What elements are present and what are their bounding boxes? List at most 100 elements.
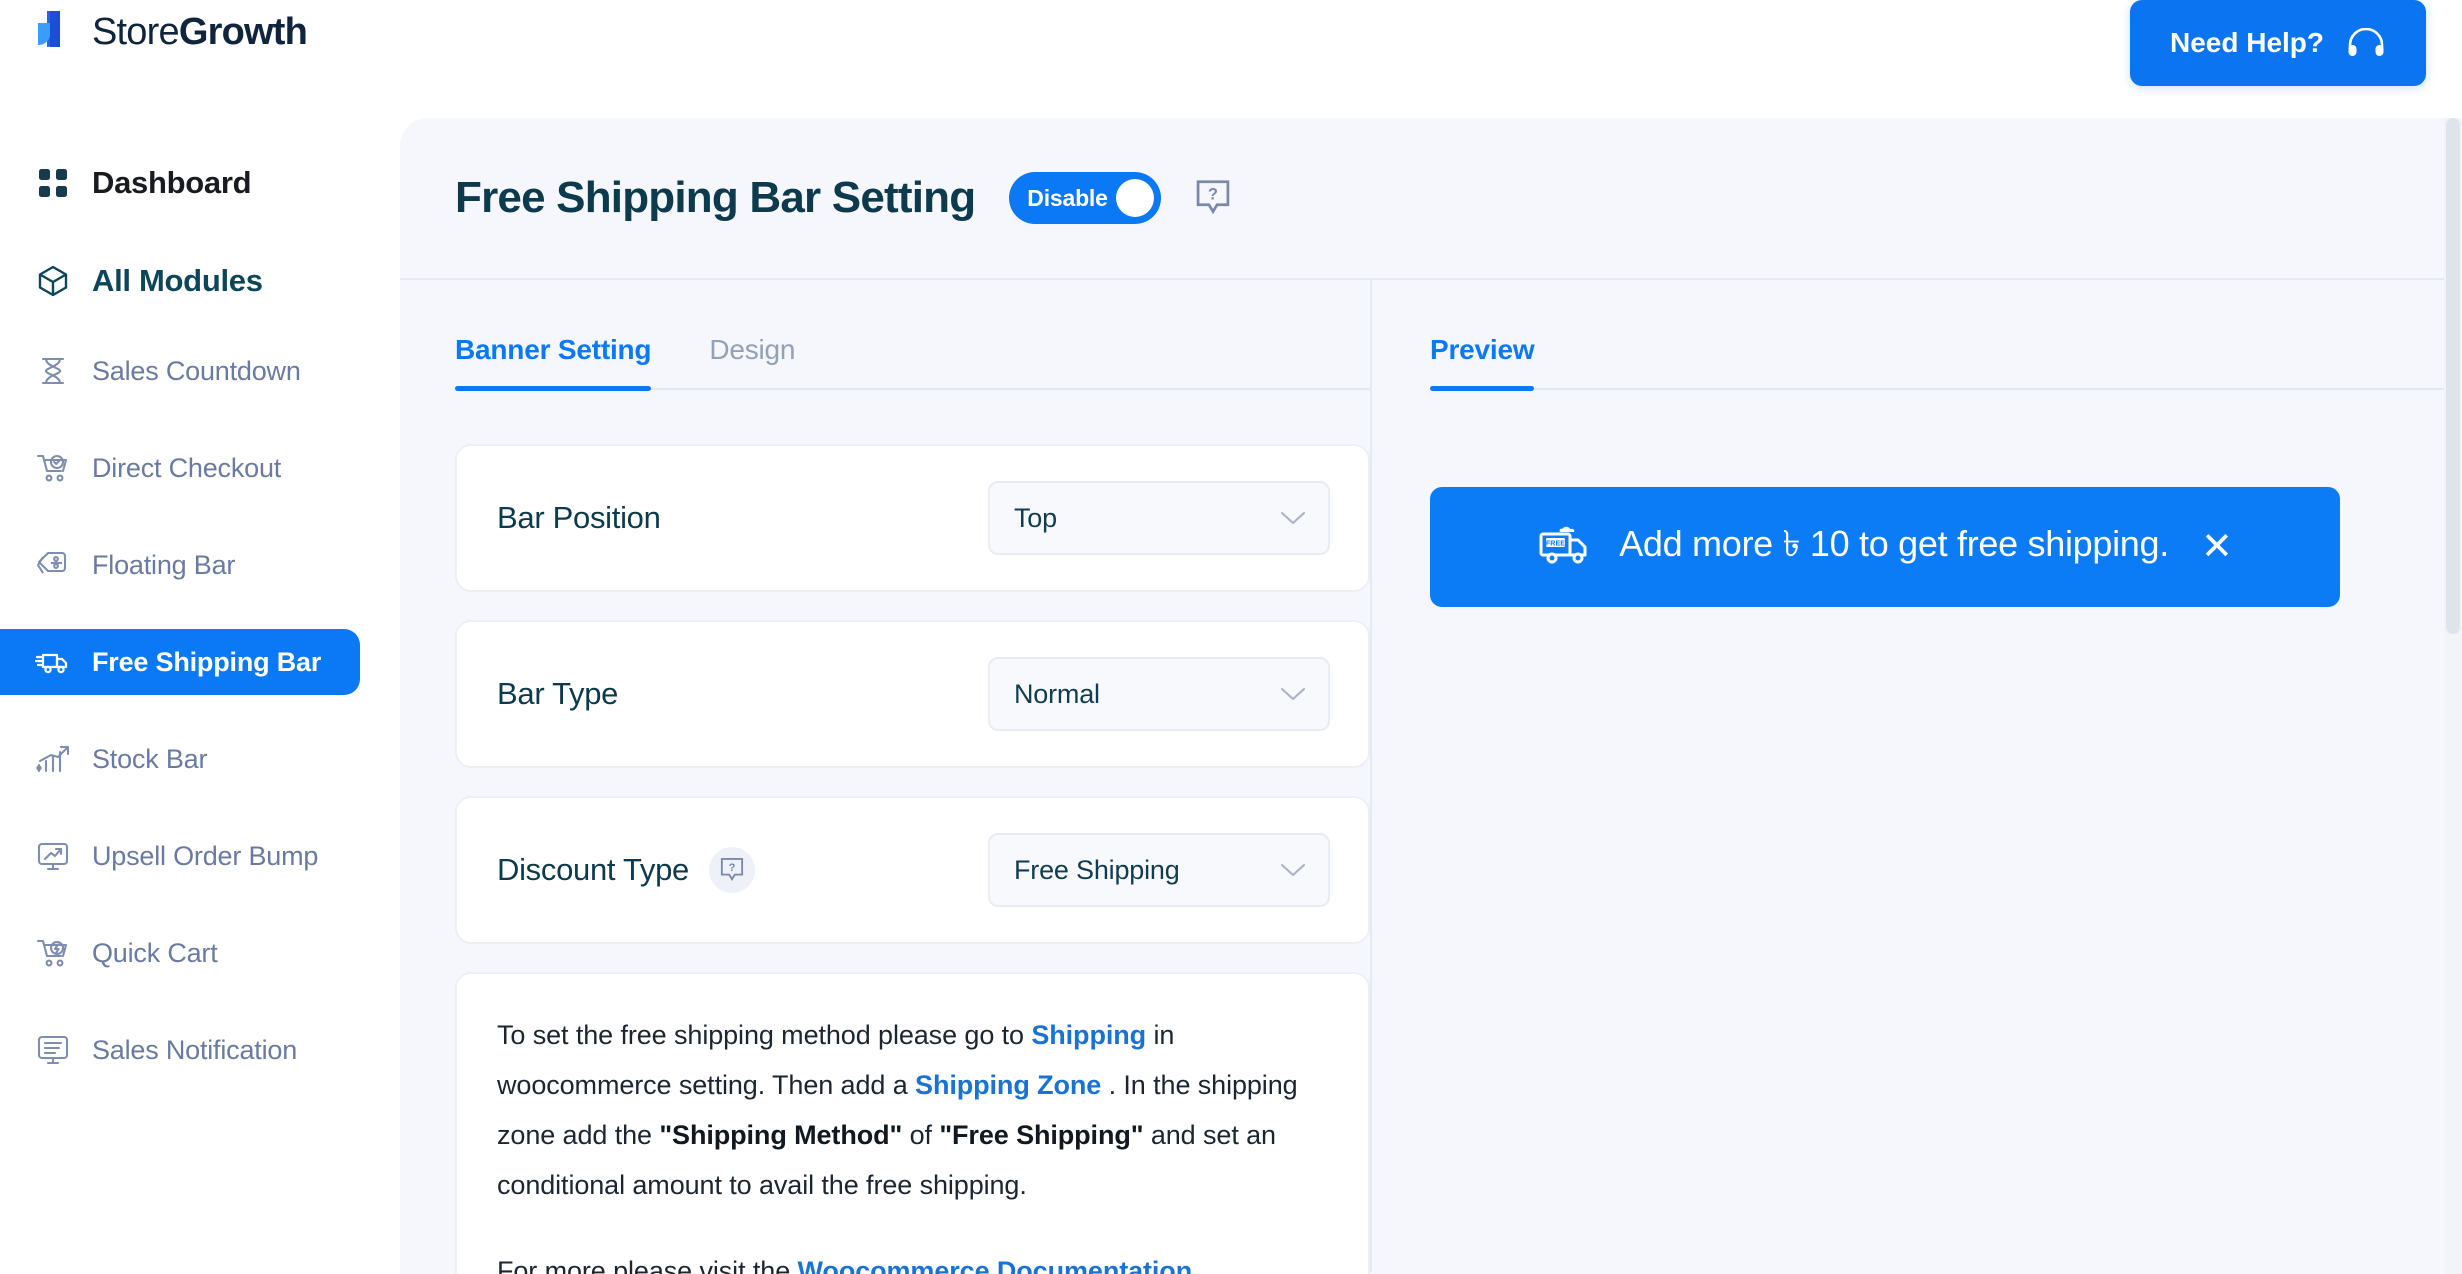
sidebar-item-label: Sales Countdown: [92, 355, 301, 386]
settings-pane: Banner Setting Design Bar Position Top B…: [400, 280, 1372, 1274]
select-value: Normal: [1014, 678, 1100, 709]
content-split: Banner Setting Design Bar Position Top B…: [400, 280, 2462, 1274]
brand-name: StoreGrowth: [92, 10, 308, 54]
setting-row-discount-type: Discount Type ? Free Shipping: [455, 796, 1370, 944]
info-text: .: [1192, 1256, 1200, 1274]
truck-icon: [34, 643, 72, 681]
setting-row-bar-position: Bar Position Top: [455, 444, 1370, 592]
discount-type-select[interactable]: Free Shipping: [988, 833, 1330, 907]
select-value: Free Shipping: [1014, 854, 1180, 885]
grid-squares-icon: [34, 164, 72, 202]
svg-text:?: ?: [729, 862, 736, 874]
brand-name-part1: Store: [92, 10, 180, 53]
enable-disable-toggle[interactable]: Disable: [1009, 172, 1162, 224]
info-bold-shipping-method: "Shipping Method": [659, 1120, 903, 1150]
sidebar-item-quick-cart[interactable]: Quick Cart: [0, 920, 400, 986]
sidebar-item-upsell-order-bump[interactable]: Upsell Order Bump: [0, 823, 400, 889]
page-title: Free Shipping Bar Setting: [455, 173, 976, 222]
need-help-button[interactable]: Need Help?: [2129, 0, 2426, 86]
info-text: For more please visit the: [497, 1256, 798, 1274]
headphones-icon: [2346, 28, 2386, 58]
page-scrollbar-thumb[interactable]: [2446, 118, 2460, 634]
tab-design[interactable]: Design: [709, 334, 795, 388]
sidebar-item-label: All Modules: [92, 263, 263, 298]
toggle-knob: [1116, 179, 1155, 217]
bar-position-select[interactable]: Top: [988, 481, 1330, 555]
sidebar-item-all-modules[interactable]: All Modules: [34, 250, 400, 312]
free-shipping-info-card: To set the free shipping method please g…: [455, 972, 1370, 1274]
info-paragraph-1: To set the free shipping method please g…: [497, 1010, 1328, 1210]
tab-banner-setting[interactable]: Banner Setting: [455, 334, 652, 391]
question-bubble-icon[interactable]: ?: [1195, 179, 1231, 217]
page-scrollbar-track[interactable]: [2444, 118, 2462, 1274]
close-x-icon[interactable]: ✕: [2201, 528, 2233, 566]
cube-icon: [34, 262, 72, 300]
sidebar-item-label: Dashboard: [92, 165, 252, 200]
label-wrap: Discount Type ?: [497, 847, 755, 893]
info-text: of: [902, 1120, 940, 1150]
cart-check-icon: [34, 449, 72, 487]
tags-icon: [34, 546, 72, 584]
settings-tabs: Banner Setting Design: [455, 280, 1370, 391]
need-help-label: Need Help?: [2169, 27, 2324, 58]
question-bubble-icon[interactable]: ?: [708, 847, 755, 893]
sidebar-module-list: Sales Countdown Direct Checkout Floating…: [0, 338, 400, 1083]
sidebar-item-label: Free Shipping Bar: [92, 646, 322, 677]
info-paragraph-2: For more please visit the Woocommerce Do…: [497, 1246, 1328, 1274]
shipping-link[interactable]: Shipping: [1031, 1020, 1146, 1050]
hourglass-icon: [34, 352, 72, 390]
chevron-down-icon: [1280, 510, 1306, 526]
notification-board-icon: [34, 1031, 72, 1069]
sidebar-item-dashboard[interactable]: Dashboard: [34, 152, 400, 214]
sidebar-item-label: Upsell Order Bump: [92, 840, 319, 871]
info-text: To set the free shipping method please g…: [497, 1020, 1032, 1050]
shipping-zone-link[interactable]: Shipping Zone: [915, 1070, 1101, 1100]
label-wrap: Bar Type: [497, 676, 618, 712]
select-value: Top: [1014, 502, 1057, 533]
info-bold-free-shipping: "Free Shipping": [939, 1120, 1144, 1150]
sidebar-primary-group: Dashboard All Modules: [0, 152, 400, 312]
label-wrap: Bar Position: [497, 500, 661, 536]
setting-label: Bar Type: [497, 676, 619, 711]
app-root: StoreGrowth Need Help? Dashboard All Mod…: [0, 0, 2462, 1274]
storegrowth-logo-icon: [34, 9, 76, 55]
sidebar-item-stock-bar[interactable]: Stock Bar: [0, 726, 400, 792]
sidebar-item-sales-countdown[interactable]: Sales Countdown: [0, 338, 400, 404]
free-shipping-banner-preview: FREE Add more ৳ 10 to get free shipping.…: [1430, 487, 2340, 607]
sidebar-item-label: Stock Bar: [92, 743, 208, 774]
settings-cards: Bar Position Top Bar Type Normal Discoun…: [455, 444, 1370, 1274]
chevron-down-icon: [1280, 862, 1306, 878]
cart-bolt-icon: [34, 934, 72, 972]
free-shipping-truck-icon: FREE: [1537, 523, 1593, 572]
chevron-down-icon: [1280, 686, 1306, 702]
setting-label: Discount Type: [497, 852, 689, 887]
brand: StoreGrowth: [34, 4, 308, 60]
sidebar-item-label: Floating Bar: [92, 549, 236, 580]
page-header: Free Shipping Bar Setting Disable ?: [400, 118, 2462, 280]
sidebar-item-free-shipping-bar[interactable]: Free Shipping Bar: [0, 629, 360, 695]
brand-name-part2: Growth: [178, 10, 308, 53]
bar-type-select[interactable]: Normal: [988, 657, 1330, 731]
setting-row-bar-type: Bar Type Normal: [455, 620, 1370, 768]
sidebar: Dashboard All Modules Sales Countdown Di…: [0, 118, 400, 1274]
sidebar-item-label: Direct Checkout: [92, 452, 282, 483]
svg-text:FREE: FREE: [1546, 538, 1565, 547]
sidebar-item-sales-notification[interactable]: Sales Notification: [0, 1017, 400, 1083]
preview-tabs: Preview: [1430, 280, 2462, 391]
setting-label: Bar Position: [497, 500, 661, 535]
sidebar-item-label: Sales Notification: [92, 1034, 298, 1065]
sidebar-item-direct-checkout[interactable]: Direct Checkout: [0, 435, 400, 501]
preview-pane: Preview FREE Add more ৳ 10 to get free s…: [1372, 280, 2462, 1272]
monitor-trend-icon: [34, 837, 72, 875]
toggle-label: Disable: [1027, 184, 1108, 211]
sidebar-item-label: Quick Cart: [92, 937, 218, 968]
top-bar: StoreGrowth Need Help?: [0, 0, 2462, 118]
content-area: Free Shipping Bar Setting Disable ? Bann…: [400, 118, 2462, 1274]
bar-chart-arrow-icon: [34, 740, 72, 778]
tab-preview[interactable]: Preview: [1430, 334, 1535, 391]
svg-text:?: ?: [1208, 185, 1218, 203]
banner-message: Add more ৳ 10 to get free shipping.: [1619, 523, 2169, 564]
woocommerce-documentation-link[interactable]: Woocommerce Documentation: [798, 1256, 1193, 1274]
sidebar-item-floating-bar[interactable]: Floating Bar: [0, 532, 400, 598]
